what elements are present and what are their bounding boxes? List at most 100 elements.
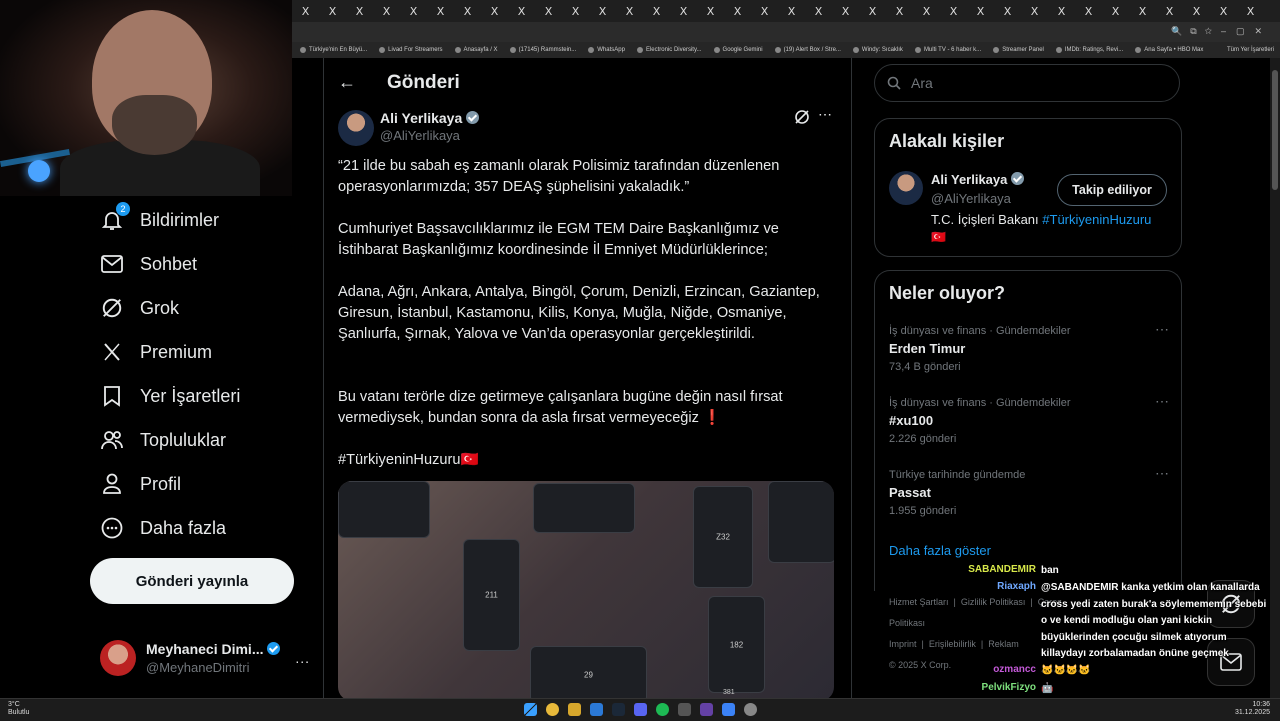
browser-tab-close-icon[interactable]: X [724, 5, 751, 18]
browser-tab-close-icon[interactable]: X [1183, 5, 1210, 18]
windows-start-icon[interactable] [524, 703, 537, 716]
nav-item-daha-fazla[interactable]: Daha fazla [100, 516, 226, 540]
browser-tab-close-icon[interactable]: X [589, 5, 616, 18]
bookmark-item[interactable]: (17145) Rammstein... [509, 47, 576, 53]
browser-tab-close-icon[interactable]: X [967, 5, 994, 18]
window-controls[interactable]: –▢✕ [1221, 26, 1272, 37]
browser-tab-close-icon[interactable]: X [1021, 5, 1048, 18]
bookmark-item[interactable]: Anasayfa / X [454, 47, 498, 53]
browser-tab-close-icon[interactable]: X [1156, 5, 1183, 18]
browser-tab-close-icon[interactable]: X [454, 5, 481, 18]
related-name[interactable]: Ali Yerlikaya [931, 172, 1007, 187]
browser-tab-close-icon[interactable]: X [1129, 5, 1156, 18]
bookmark-item[interactable]: Ana Sayfa • HBO Max [1135, 47, 1203, 53]
trend-more-icon[interactable]: ⋯ [1155, 321, 1169, 338]
footer-link[interactable]: Imprint [889, 639, 917, 649]
obs-icon[interactable] [744, 703, 757, 716]
browser-tab-close-icon[interactable]: X [508, 5, 535, 18]
account-more-icon[interactable]: ... [295, 650, 310, 666]
bookmark-item[interactable]: Türkiye'nin En Büyü... [300, 47, 367, 53]
browser-tab-close-icon[interactable]: X [805, 5, 832, 18]
weather-widget[interactable]: 3°C Bulutlu [8, 701, 29, 717]
twitch-icon[interactable] [700, 703, 713, 716]
edge-icon[interactable] [590, 703, 603, 716]
footer-link[interactable]: Gizlilik Politikası [961, 597, 1026, 607]
all-bookmarks-button[interactable]: Tüm Yer İşaretleri [1227, 47, 1280, 53]
nav-item-sohbet[interactable]: Sohbet [100, 252, 197, 276]
bookmark-item[interactable]: IMDb: Ratings, Revi... [1055, 47, 1123, 53]
browser-tab-close-icon[interactable]: X [346, 5, 373, 18]
account-switcher[interactable]: Meyhaneci Dimi... @MeyhaneDimitri ... [100, 636, 310, 680]
browser-tab-close-icon[interactable]: X [400, 5, 427, 18]
browser-tab-close-icon[interactable]: X [670, 5, 697, 18]
author-name[interactable]: Ali Yerlikaya [380, 110, 462, 126]
nav-item-bildirimler[interactable]: 2 Bildirimler [100, 202, 219, 232]
browser-tab-close-icon[interactable]: X [373, 5, 400, 18]
nav-item-topluluklar[interactable]: Topluluklar [100, 428, 226, 452]
chrome-icon[interactable] [546, 703, 559, 716]
grok-explain-icon[interactable] [794, 109, 810, 130]
trend-more-icon[interactable]: ⋯ [1155, 393, 1169, 410]
browser-tab-close-icon[interactable]: X [481, 5, 508, 18]
footer-link[interactable]: Erişilebilirlik [929, 639, 976, 649]
footer-link[interactable]: Hizmet Şartları [889, 597, 949, 607]
browser-tab-close-icon[interactable]: X [616, 5, 643, 18]
browser-tab-close-icon[interactable]: X [994, 5, 1021, 18]
post-button[interactable]: Gönderi yayınla [90, 558, 294, 604]
browser-address-bar[interactable]: 🔍⧉☆ –▢✕ [292, 22, 1280, 42]
trend-item[interactable]: Türkiye tarihinde gündemde Passat 1.955 … [889, 465, 1169, 517]
bookmark-item[interactable]: Streamer Panel [993, 47, 1044, 53]
post-hashtag-link[interactable]: #TürkiyeninHuzuru🇹🇷 [338, 450, 828, 471]
author-avatar[interactable] [338, 110, 374, 146]
bookmark-item[interactable]: Electronic Diversity... [636, 47, 702, 53]
file-explorer-icon[interactable] [568, 703, 581, 716]
browser-tab-close-icon[interactable]: X [1102, 5, 1129, 18]
back-arrow-icon[interactable]: ← [338, 72, 360, 94]
related-avatar[interactable] [889, 171, 923, 205]
browser-tab-close-icon[interactable]: X [697, 5, 724, 18]
bookmark-item[interactable]: Multi TV - 6 haber k... [914, 47, 981, 53]
nav-item-grok[interactable]: Grok [100, 296, 179, 320]
browser-tab-close-icon[interactable]: X [427, 5, 454, 18]
browser-tab-close-icon[interactable]: X [1048, 5, 1075, 18]
trend-item[interactable]: İş dünyası ve finans · Gündemdekiler Erd… [889, 321, 1169, 373]
bookmark-item[interactable]: WhatsApp [588, 47, 625, 53]
browser-tab-close-icon[interactable]: X [751, 5, 778, 18]
nav-item-profil[interactable]: Profil [100, 472, 181, 496]
bookmark-item[interactable]: (19) Alert Box / Stre... [774, 47, 841, 53]
related-handle[interactable]: @AliYerlikaya [931, 191, 1011, 206]
nav-item-yer-i-şaretleri[interactable]: Yer İşaretleri [100, 384, 240, 408]
bookmark-item[interactable]: Google Gemini [713, 47, 763, 53]
browser-tab-close-icon[interactable]: X [1210, 5, 1237, 18]
app-icon[interactable] [678, 703, 691, 716]
post-more-icon[interactable]: ⋯ [818, 106, 832, 123]
discord-icon[interactable] [634, 703, 647, 716]
browser-tab-close-icon[interactable]: X [535, 5, 562, 18]
scrollbar-thumb[interactable] [1272, 70, 1278, 190]
following-button[interactable]: Takip ediliyor [1057, 174, 1167, 206]
post-media-video[interactable]: Z32 211 182 29 381 [338, 481, 834, 701]
browser-tab-close-icon[interactable]: X [1075, 5, 1102, 18]
search-bar[interactable]: Ara [874, 64, 1180, 102]
browser-tab-close-icon[interactable]: X [562, 5, 589, 18]
related-bio-hashtag[interactable]: #TürkiyeninHuzuru [1042, 212, 1151, 227]
clock[interactable]: 10:36 31.12.2025 [1235, 701, 1270, 717]
bookmark-item[interactable]: Livad For Streamers [379, 47, 443, 53]
trend-item[interactable]: İş dünyası ve finans · Gündemdekiler #xu… [889, 393, 1169, 445]
footer-link[interactable]: Reklam [988, 639, 1019, 649]
browser-tab-close-icon[interactable]: X [886, 5, 913, 18]
spotify-icon[interactable] [656, 703, 669, 716]
browser-tab-close-icon[interactable]: X [292, 5, 319, 18]
author-handle[interactable]: @AliYerlikaya [380, 128, 460, 143]
browser-tab-close-icon[interactable]: X [832, 5, 859, 18]
browser-tab-close-icon[interactable]: X [913, 5, 940, 18]
browser-tab-close-icon[interactable]: X [778, 5, 805, 18]
show-more-link[interactable]: Daha fazla göster [889, 543, 991, 558]
browser-tab-close-icon[interactable]: X [859, 5, 886, 18]
browser-tab-close-icon[interactable]: X [319, 5, 346, 18]
browser-tab-close-icon[interactable]: X [940, 5, 967, 18]
browser-tab-close-icon[interactable]: X [1237, 5, 1264, 18]
browser-tab-close-icon[interactable]: X [643, 5, 670, 18]
bookmark-item[interactable]: Windy: Sıcaklık [852, 47, 903, 53]
nav-item-premium[interactable]: Premium [100, 340, 212, 364]
